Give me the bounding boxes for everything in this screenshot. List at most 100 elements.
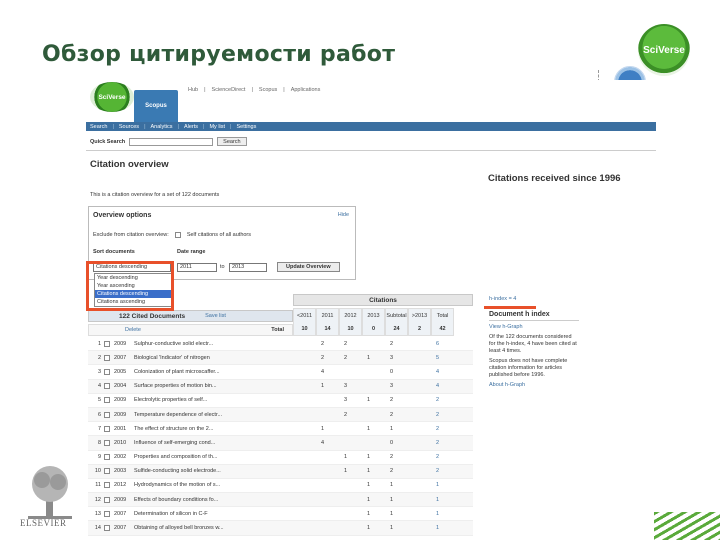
table-row: 5 2009 Electrolytic properties of self... 3… xyxy=(88,394,473,408)
page-title: Citation overview xyxy=(90,159,169,170)
citation-cell[interactable]: 2 xyxy=(426,426,449,432)
nav-analytics[interactable]: Analytics xyxy=(151,124,173,130)
update-overview-button[interactable]: Update Overview xyxy=(277,262,340,272)
citation-cell[interactable]: 5 xyxy=(426,355,449,361)
row-checkbox[interactable] xyxy=(104,411,110,418)
row-checkbox[interactable] xyxy=(104,383,110,390)
row-checkbox[interactable] xyxy=(104,510,110,517)
row-checkbox[interactable] xyxy=(104,525,110,532)
exclude-option-label: Self citations of all authors xyxy=(186,232,252,238)
citation-cell: 1 xyxy=(389,496,394,503)
h-graph-link[interactable]: View h-Graph xyxy=(489,324,579,331)
row-checkbox[interactable] xyxy=(104,397,110,404)
row-number: 6 xyxy=(97,411,101,418)
citation-cell[interactable]: 2 xyxy=(426,440,449,446)
year-total: 2 xyxy=(417,325,422,332)
year-label: <2011 xyxy=(296,312,313,319)
row-year: 2009 xyxy=(114,340,127,347)
row-checkbox[interactable] xyxy=(104,454,110,461)
citation-cell[interactable]: 2 xyxy=(426,468,449,474)
citation-cell[interactable]: 2 xyxy=(426,412,449,418)
row-title-link[interactable]: Colonization of plant microscaffer... xyxy=(134,369,288,375)
row-title-link[interactable]: Electrolytic properties of self... xyxy=(134,397,288,403)
nav-my-list[interactable]: My list xyxy=(209,124,225,130)
citation-cell: 3 xyxy=(389,383,394,390)
year-total: 10 xyxy=(301,325,308,332)
top-link-sciencedirect[interactable]: ScienceDirect xyxy=(212,87,246,93)
exclude-label: Exclude from citation overview: xyxy=(93,232,169,238)
cited-documents-label: 122 Cited Documents xyxy=(119,312,186,320)
top-link-separator: | xyxy=(283,87,285,93)
scopus-tab[interactable]: Scopus xyxy=(134,90,178,122)
citation-cell[interactable]: 2 xyxy=(426,454,449,460)
citation-cell: 1 xyxy=(366,397,371,404)
nav-settings[interactable]: Settings xyxy=(236,124,256,130)
row-checkbox[interactable] xyxy=(104,496,110,503)
nav-search[interactable]: Search xyxy=(90,124,107,130)
row-title-link[interactable]: Influence of self-emerging cond... xyxy=(134,440,288,446)
row-checkbox[interactable] xyxy=(104,482,110,489)
row-number: 11 xyxy=(95,482,101,489)
delete-link[interactable]: Delete xyxy=(125,327,141,333)
row-year: 2007 xyxy=(114,525,127,532)
top-link-hub[interactable]: Hub xyxy=(188,87,198,93)
row-title-link[interactable]: Properties and composition of th... xyxy=(134,454,288,460)
table-row: 11 2012 Hydrodynamics of the motion of s..… xyxy=(88,479,473,494)
row-title-link[interactable]: Sulfide-conducting solid electrode... xyxy=(134,468,288,474)
sort-label: Sort documents xyxy=(93,249,135,255)
top-link-scopus[interactable]: Scopus xyxy=(259,87,277,93)
row-checkbox[interactable] xyxy=(104,468,110,475)
citation-cell: 2 xyxy=(320,354,325,361)
year-total: 14 xyxy=(324,325,331,332)
citation-cell: 1 xyxy=(366,468,371,475)
citation-cell: 4 xyxy=(320,439,325,446)
self-citation-checkbox[interactable] xyxy=(174,232,181,238)
h-index-panel: h-index = 4 Document h index View h-Grap… xyxy=(489,296,579,392)
date-from-select[interactable]: 2011 xyxy=(177,263,217,272)
nav-alerts[interactable]: Alerts xyxy=(184,124,198,130)
row-title-link[interactable]: Biological 'Indicator' of nitrogen xyxy=(134,355,288,361)
hide-link[interactable]: Hide xyxy=(338,212,349,218)
row-title-link[interactable]: Obtaining of alloyed bell bronzes w... xyxy=(134,525,288,531)
row-title-link[interactable]: Temperature dependence of electr... xyxy=(134,412,288,418)
row-title-link[interactable]: Determination of silicon in C-F xyxy=(134,511,288,517)
year-label: >2013 xyxy=(411,312,428,319)
row-title-link[interactable]: Effects of boundary conditions fo... xyxy=(134,497,288,503)
row-checkbox[interactable] xyxy=(104,354,110,361)
table-row: 14 2007 Obtaining of alloyed bell bronzes … xyxy=(88,521,473,536)
citation-cell[interactable]: 1 xyxy=(426,497,449,503)
h-index-note: Scopus does not have complete citation i… xyxy=(489,358,568,378)
save-list-link[interactable]: Save list xyxy=(205,313,226,319)
citation-cell[interactable]: 6 xyxy=(426,341,449,347)
row-checkbox[interactable] xyxy=(104,340,110,347)
citation-cell: 2 xyxy=(389,454,394,461)
nav-sources[interactable]: Sources xyxy=(119,124,139,130)
citation-cell[interactable]: 2 xyxy=(426,397,449,403)
row-title-link[interactable]: Hydrodynamics of the motion of s... xyxy=(134,482,288,488)
quick-search-input[interactable] xyxy=(129,137,214,146)
date-to-select[interactable]: 2013 xyxy=(229,263,267,272)
citation-cell[interactable]: 1 xyxy=(426,482,449,488)
row-checkbox[interactable] xyxy=(104,368,110,375)
citation-cell[interactable]: 4 xyxy=(426,383,449,389)
quick-search-button[interactable]: Search xyxy=(217,137,247,146)
citation-cell[interactable]: 1 xyxy=(426,525,449,531)
about-h-graph-link[interactable]: About h-Graph xyxy=(489,382,579,389)
year-total: 42 xyxy=(439,325,446,332)
row-year: 2001 xyxy=(114,425,127,432)
options-title: Overview options xyxy=(93,212,152,219)
citation-cell[interactable]: 1 xyxy=(426,511,449,517)
year-headers: <2011 10 2011 14 2012 10 2013 0 Subtotal 24 >2013 2… xyxy=(293,308,454,336)
table-row: 7 2001 The effect of structure on the 2...… xyxy=(88,422,473,437)
row-title-link[interactable]: The effect of structure on the 2... xyxy=(134,426,288,432)
elsevier-tree-logo xyxy=(28,466,72,519)
row-checkbox[interactable] xyxy=(104,425,110,432)
row-checkbox[interactable] xyxy=(104,439,110,446)
row-title-link[interactable]: Sulphur-conductive solid electr... xyxy=(134,341,288,347)
top-link-applications[interactable]: Applications xyxy=(291,87,321,93)
cited-documents-bar: 122 Cited Documents Save list xyxy=(88,310,293,322)
citation-cell[interactable]: 4 xyxy=(426,369,449,375)
citation-cell: 1 xyxy=(320,383,325,390)
row-title-link[interactable]: Surface properties of motion bin... xyxy=(134,383,288,389)
year-label: Total xyxy=(436,312,449,319)
